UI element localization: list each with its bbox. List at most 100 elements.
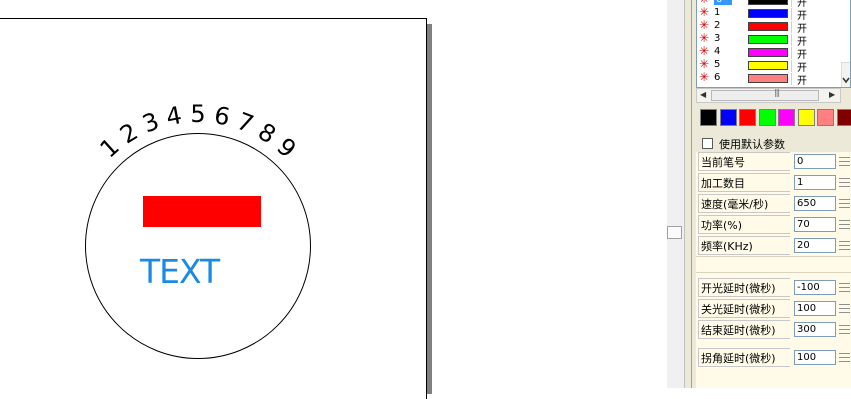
param-label: 功率(%) [698, 215, 790, 234]
palette-swatch[interactable] [720, 109, 737, 126]
pen-color-swatch[interactable] [748, 9, 788, 18]
canvas-vertical-scrollbar[interactable] [667, 0, 684, 388]
param-label: 结束延时(微秒) [698, 320, 790, 339]
column-divider [791, 8, 792, 20]
spin-control[interactable] [838, 154, 851, 169]
pen-row[interactable]: ✳ 6 开 [697, 73, 847, 85]
param-input[interactable] [794, 154, 836, 169]
param-label: 加工数目 [698, 173, 790, 192]
param-label: 当前笔号 [698, 152, 790, 171]
asterisk-icon: ✳ [699, 18, 709, 32]
default-params-checkbox[interactable] [702, 138, 713, 149]
panel-splitter[interactable] [684, 0, 696, 388]
spin-control[interactable] [838, 175, 851, 190]
spin-control[interactable] [838, 301, 851, 316]
arc-text-char: 9 [271, 132, 301, 163]
palette-swatch[interactable] [700, 109, 717, 126]
pen-color-swatch[interactable] [748, 48, 788, 57]
pen-list-horizontal-scrollbar[interactable]: ◀ ||| ▶ [696, 88, 841, 103]
column-divider [791, 73, 792, 85]
pen-color-swatch[interactable] [748, 61, 788, 70]
pen-number: 6 [714, 72, 720, 83]
param-label: 开光延时(微秒) [698, 278, 790, 297]
spin-control[interactable] [838, 196, 851, 211]
asterisk-icon: ✳ [699, 5, 709, 19]
default-params-label: 使用默认参数 [719, 136, 785, 152]
arrow-right-icon[interactable]: ▶ [829, 90, 835, 99]
param-input[interactable] [794, 280, 836, 295]
param-row: 频率(KHz) [698, 236, 851, 255]
param-input[interactable] [794, 175, 836, 190]
asterisk-icon: ✳ [699, 70, 709, 84]
arc-text-char: 1 [95, 132, 125, 163]
pen-list[interactable]: ✳0开✳1开✳2开✳3开✳4开✳5开✳6开 [696, 0, 851, 88]
column-divider [791, 21, 792, 33]
red-rectangle-object[interactable] [143, 196, 261, 227]
pen-color-swatch[interactable] [748, 35, 788, 44]
pen-row[interactable]: ✳2开 [697, 21, 847, 33]
palette-swatch[interactable] [739, 109, 756, 126]
param-row: 加工数目 [698, 173, 851, 192]
column-divider [791, 0, 792, 7]
param-input[interactable] [794, 350, 836, 365]
spin-control[interactable] [838, 322, 851, 337]
arc-text-char: 2 [115, 118, 143, 150]
pen-number: 4 [714, 46, 720, 57]
circle-object[interactable] [85, 133, 311, 359]
pen-number: 3 [714, 33, 720, 44]
arc-text-char: 8 [253, 118, 281, 150]
param-row: 当前笔号 [698, 152, 851, 171]
pen-color-swatch[interactable] [748, 0, 788, 5]
pen-parameter-panel: ✳0开✳1开✳2开✳3开✳4开✳5开✳6开 ◀ ||| ▶ 使用默认参数 当前笔… [696, 0, 851, 388]
spin-control[interactable] [838, 217, 851, 232]
pen-number: 1 [714, 7, 720, 18]
param-input[interactable] [794, 196, 836, 211]
palette-swatch[interactable] [798, 109, 815, 126]
arc-text-char: 3 [139, 107, 163, 139]
param-input[interactable] [794, 322, 836, 337]
arc-text-char: 6 [212, 101, 232, 131]
spin-control[interactable] [838, 280, 851, 295]
param-input[interactable] [794, 301, 836, 316]
palette-swatch[interactable] [817, 109, 834, 126]
pen-number: 2 [714, 20, 720, 31]
spin-control[interactable] [838, 350, 851, 365]
arc-text-char: 4 [164, 101, 184, 131]
params-table: 当前笔号加工数目速度(毫米/秒)功率(%)频率(KHz)开光延时(微秒)关光延时… [696, 152, 851, 388]
chevron-down-icon[interactable] [841, 62, 851, 88]
pen-row[interactable]: ✳1开 [697, 8, 847, 20]
param-row: 结束延时(微秒) [698, 320, 851, 339]
pen-color-swatch[interactable] [748, 22, 788, 31]
pen-row[interactable]: ✳0开 [697, 0, 847, 7]
canvas-scroll-thumb[interactable] [667, 226, 682, 239]
pen-number: 0 [714, 0, 732, 5]
param-input[interactable] [794, 238, 836, 253]
arrow-left-icon[interactable]: ◀ [700, 90, 706, 99]
asterisk-icon: ✳ [699, 57, 709, 71]
scroll-thumb[interactable]: ||| [711, 90, 819, 101]
param-row: 速度(毫米/秒) [698, 194, 851, 213]
pen-number: 5 [714, 59, 720, 70]
param-row: 拐角延时(微秒) [698, 348, 851, 367]
param-input[interactable] [794, 217, 836, 232]
param-label: 频率(KHz) [698, 236, 790, 255]
spin-control[interactable] [838, 238, 851, 253]
param-row: 开光延时(微秒) [698, 278, 851, 297]
palette-swatch[interactable] [837, 109, 851, 126]
param-row: 功率(%) [698, 215, 851, 234]
text-object[interactable]: TEXT [140, 252, 219, 291]
palette-swatch[interactable] [778, 109, 795, 126]
arc-text-char: 5 [190, 100, 205, 128]
pen-row[interactable]: ✳4开 [697, 47, 847, 59]
palette-swatch[interactable] [759, 109, 776, 126]
pen-color-swatch[interactable] [748, 74, 788, 83]
pen-row[interactable]: ✳3开 [697, 34, 847, 46]
color-palette [700, 109, 851, 127]
pen-state: 开 [797, 72, 807, 87]
column-divider [791, 34, 792, 46]
arc-text-char: 7 [233, 107, 257, 139]
column-divider [791, 60, 792, 72]
pen-row[interactable]: ✳5开 [697, 60, 847, 72]
column-divider [791, 47, 792, 59]
asterisk-icon: ✳ [699, 44, 709, 58]
